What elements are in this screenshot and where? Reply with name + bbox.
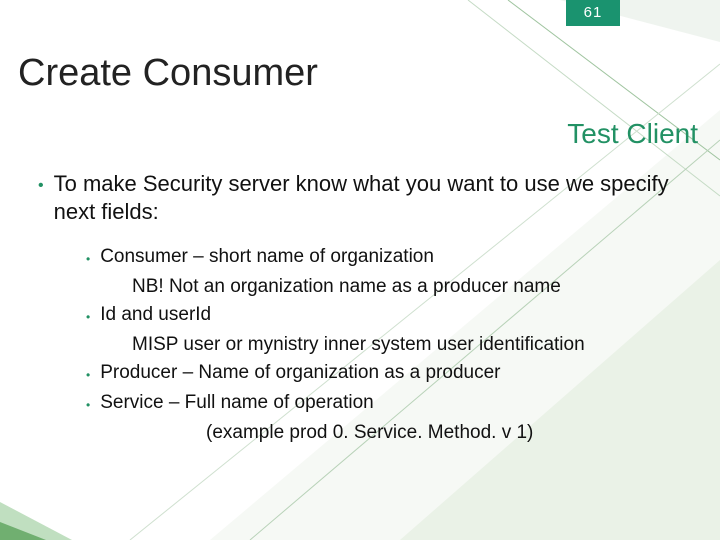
slide-title: Create Consumer [18,52,318,95]
page-number-badge: 61 [566,0,620,26]
slide-subtitle: Test Client [567,118,698,150]
bullet-text: To make Security server know what you wa… [54,170,692,226]
list-item-text: Producer – Name of organization as a pro… [100,360,500,388]
list-item-text: Id and userId [100,302,211,330]
list-item-sub: (example prod 0. Service. Method. v 1) [206,420,692,446]
list-item: • Id and userId [86,302,692,330]
list-item: • Producer – Name of organization as a p… [86,360,692,388]
bullet-icon: • [86,360,90,388]
bullet-level1: • To make Security server know what you … [38,170,692,226]
list-item-sub: MISP user or mynistry inner system user … [132,332,692,358]
sub-bullets: • Consumer – short name of organization … [86,244,692,446]
bullet-icon: • [86,244,90,272]
list-item: • Consumer – short name of organization [86,244,692,272]
list-item-text: Service – Full name of operation [100,390,374,418]
content-area: • To make Security server know what you … [38,170,692,448]
slide: 61 Create Consumer Test Client • To make… [0,0,720,540]
bullet-icon: • [38,170,44,226]
list-item-sub: NB! Not an organization name as a produc… [132,274,692,300]
bullet-icon: • [86,302,90,330]
list-item-text: Consumer – short name of organization [100,244,434,272]
bullet-icon: • [86,390,90,418]
list-item: • Service – Full name of operation [86,390,692,418]
